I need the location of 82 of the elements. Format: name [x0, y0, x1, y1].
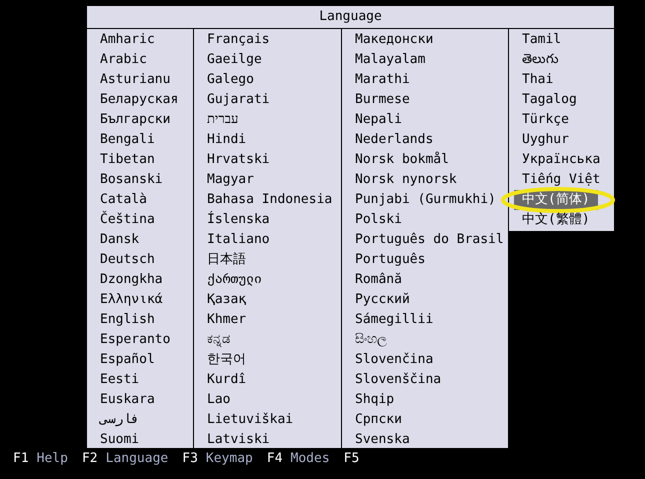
function-key-label: Modes	[290, 451, 330, 467]
language-item[interactable]: Bosanski	[100, 170, 163, 190]
dialog-title: Language	[87, 6, 614, 29]
function-key[interactable]: F1	[13, 451, 29, 467]
language-item[interactable]: Tamil	[522, 30, 562, 50]
language-item[interactable]: Bengali	[100, 130, 155, 150]
language-item[interactable]: 한국어	[207, 350, 246, 370]
language-item[interactable]: Slovenščina	[355, 370, 442, 390]
language-item[interactable]: עברית	[207, 110, 238, 130]
language-item[interactable]: Gujarati	[207, 90, 270, 110]
language-item[interactable]: Српски	[355, 410, 402, 430]
language-item[interactable]: Punjabi (Gurmukhi)	[355, 190, 496, 210]
language-item[interactable]: Nederlands	[355, 130, 434, 150]
language-item[interactable]: Norsk nynorsk	[355, 170, 457, 190]
language-item[interactable]: 日本語	[207, 250, 246, 270]
language-item[interactable]: Svenska	[355, 430, 410, 450]
language-item[interactable]: Español	[100, 350, 155, 370]
language-item[interactable]: Bahasa Indonesia	[207, 190, 332, 210]
language-item[interactable]: Amharic	[100, 30, 155, 50]
language-item[interactable]: Dansk	[100, 230, 140, 250]
language-item[interactable]: Italiano	[207, 230, 270, 250]
language-item[interactable]: Română	[355, 270, 402, 290]
language-item[interactable]: Nepali	[355, 110, 402, 130]
function-key[interactable]: F3	[182, 451, 198, 467]
language-item[interactable]: Khmer	[207, 310, 246, 330]
language-item[interactable]: Português do Brasil	[355, 230, 504, 250]
language-item[interactable]: Български	[100, 110, 170, 130]
function-key[interactable]: F4	[266, 451, 283, 467]
function-key-label: Help	[36, 451, 68, 467]
language-item[interactable]: Suomi	[100, 430, 140, 450]
language-item[interactable]: Қазақ	[207, 290, 246, 310]
language-item[interactable]: Kurdî	[207, 370, 246, 390]
language-item[interactable]: Eesti	[100, 370, 140, 390]
language-item[interactable]: Українська	[522, 150, 600, 170]
language-item[interactable]: తెలుగు	[522, 50, 559, 70]
language-item[interactable]: Tagalog	[522, 90, 577, 110]
function-key-label: Keymap	[206, 451, 253, 467]
language-item[interactable]: Català	[100, 190, 147, 210]
language-item[interactable]: Magyar	[207, 170, 254, 190]
language-item[interactable]: Thai	[522, 70, 554, 90]
function-key-label: Language	[106, 451, 168, 467]
language-item[interactable]: ქართული	[207, 270, 262, 290]
language-item[interactable]: Hrvatski	[207, 150, 270, 170]
language-item[interactable]: Shqip	[355, 390, 394, 410]
language-item[interactable]: Dzongkha	[100, 270, 163, 290]
language-item[interactable]: Français	[207, 30, 270, 50]
language-item[interactable]: Latviski	[207, 430, 270, 450]
language-item[interactable]: Hindi	[207, 130, 246, 150]
language-item[interactable]: 中文(繁體)	[522, 210, 590, 230]
function-key[interactable]: F5	[344, 451, 360, 467]
language-item[interactable]: Македонски	[355, 30, 434, 50]
language-item[interactable]: Malayalam	[355, 50, 426, 70]
language-item[interactable]: Deutsch	[100, 250, 155, 270]
language-item[interactable]: Arabic	[100, 50, 147, 70]
language-item[interactable]: Lietuviškai	[207, 410, 294, 430]
language-item[interactable]: Português	[355, 250, 426, 270]
language-item[interactable]: Esperanto	[100, 330, 170, 350]
language-item[interactable]: Türkçe	[522, 110, 569, 130]
language-item[interactable]: Burmese	[355, 90, 410, 110]
language-item[interactable]: Русский	[355, 290, 410, 310]
language-item[interactable]: Galego	[207, 70, 254, 90]
language-item[interactable]: ಕನ್ನಡ	[207, 330, 230, 350]
function-key[interactable]: F2	[82, 451, 98, 467]
language-item[interactable]: සිංහල	[355, 330, 387, 350]
language-item[interactable]: Uyghur	[522, 130, 569, 150]
language-item[interactable]: Ελληνικά	[100, 290, 163, 310]
language-item[interactable]: Sámegillii	[355, 310, 434, 330]
language-item[interactable]: فارسی	[100, 410, 140, 430]
language-item[interactable]: Lao	[207, 390, 230, 410]
language-item[interactable]: Polski	[355, 210, 402, 230]
language-item[interactable]: Беларуская	[100, 90, 178, 110]
language-item[interactable]: English	[100, 310, 155, 330]
language-item[interactable]: Íslenska	[207, 210, 270, 230]
language-item[interactable]: Čeština	[100, 210, 155, 230]
language-item[interactable]: Slovenčina	[355, 350, 434, 370]
language-item[interactable]: Euskara	[100, 390, 155, 410]
language-item[interactable]: Norsk bokmål	[355, 150, 449, 170]
language-item[interactable]: Tibetan	[100, 150, 155, 170]
language-item[interactable]: Marathi	[355, 70, 410, 90]
language-item[interactable]: Asturianu	[100, 70, 170, 90]
language-item[interactable]: Tiếng Việt	[522, 170, 600, 190]
language-item[interactable]: Gaeilge	[207, 50, 262, 70]
